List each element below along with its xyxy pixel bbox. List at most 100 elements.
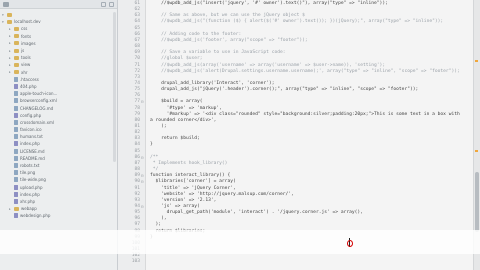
- code-line[interactable]: //$wpdb_add_js('alert(Drupal.settings.us…: [150, 69, 460, 75]
- collapsed-arrow-icon[interactable]: ▸: [9, 41, 12, 45]
- code-line[interactable]: drupal_add_js("jQuery('.header').corner(…: [150, 87, 418, 93]
- collapsed-arrow-icon[interactable]: ▸: [9, 27, 12, 31]
- tree-item-label: xhr.php: [20, 198, 36, 204]
- file-icon: [14, 105, 18, 111]
- tree-item[interactable]: apple-touch-icon...: [0, 90, 117, 97]
- tree-item[interactable]: .htaccess: [0, 76, 117, 83]
- code-line[interactable]: );: [150, 124, 167, 130]
- scrollbar-thumb[interactable]: [475, 172, 479, 232]
- collapsed-arrow-icon[interactable]: ▸: [9, 34, 12, 38]
- folder-icon: [14, 41, 19, 46]
- tree-item[interactable]: ▸ xhr: [0, 69, 117, 76]
- tree-item[interactable]: LICENSE.md: [0, 148, 117, 155]
- tree-item-label: images: [21, 40, 36, 46]
- tree-item-label: humans.txt: [20, 134, 43, 140]
- fold-toggle-icon[interactable]: ⊟: [141, 204, 143, 210]
- file-icon: [14, 141, 18, 147]
- code-line[interactable]: //$wpdb_add_js("(function ($) { alert($(…: [150, 19, 443, 25]
- tree-item[interactable]: crossdomain.xml: [0, 119, 117, 126]
- code-line[interactable]: }: [150, 142, 153, 148]
- tree-item-label: browserconfig.xml: [20, 98, 57, 104]
- tree-item-label: robots.txt: [20, 163, 40, 169]
- tree-item-label: fonts: [21, 33, 32, 39]
- tree-item[interactable]: tile-wide.png: [0, 176, 117, 183]
- tree-item-label: favicon.ico: [20, 127, 42, 133]
- tree-item-label: js: [21, 48, 25, 54]
- tree-item[interactable]: ▸ css: [0, 25, 117, 32]
- tree-item-label: .htaccess: [20, 76, 39, 82]
- file-icon: [14, 119, 18, 125]
- tree-item[interactable]: README.md: [0, 155, 117, 162]
- code-line[interactable]: //$wpdb_add_js("insert('jquery', '#' own…: [150, 1, 388, 7]
- expanded-arrow-icon[interactable]: ▾: [2, 13, 5, 17]
- code-line[interactable]: //$wpdb_add_js('footer', array("scope" =…: [150, 38, 308, 44]
- tree-item[interactable]: ▸ webapp: [0, 205, 117, 212]
- tree-item[interactable]: robots.txt: [0, 162, 117, 169]
- file-icon: [14, 76, 18, 82]
- collapsed-arrow-icon[interactable]: ▸: [9, 63, 12, 67]
- folder-icon: [14, 62, 19, 67]
- tree-item[interactable]: humans.txt: [0, 133, 117, 140]
- file-icon: [14, 177, 18, 183]
- file-icon: [14, 170, 18, 176]
- tree-item-label: tile-wide.png: [20, 177, 46, 183]
- tree-item[interactable]: ▾ localhost.dev: [0, 18, 117, 25]
- collapse-button[interactable]: [101, 1, 106, 7]
- fold-toggle-icon[interactable]: ⊟: [141, 179, 143, 185]
- code-line[interactable]: return $build;: [150, 136, 200, 142]
- file-icon: [14, 148, 18, 154]
- file-tree-scrollbar[interactable]: [113, 12, 116, 162]
- tree-item-label: view: [21, 62, 31, 68]
- tree-item[interactable]: favicon.ico: [0, 126, 117, 133]
- collapsed-arrow-icon[interactable]: ▸: [9, 56, 12, 60]
- tree-item[interactable]: ▸ fonts: [0, 33, 117, 40]
- tree-item[interactable]: upload.php: [0, 184, 117, 191]
- tree-item[interactable]: ▸ view: [0, 61, 117, 68]
- tree-item[interactable]: config.php: [0, 112, 117, 119]
- code-line[interactable]: * Implements hook_library(): [150, 161, 228, 167]
- expanded-arrow-icon[interactable]: ▾: [2, 20, 5, 24]
- tree-item-label: config.php: [20, 112, 42, 118]
- mouse-cursor-highlight: [347, 240, 353, 247]
- tree-item[interactable]: CHANGELOG.md: [0, 104, 117, 111]
- tree-item[interactable]: tile.png: [0, 169, 117, 176]
- tree-item-label: webdesign.php: [20, 213, 51, 219]
- tree-item[interactable]: webdesign.php: [0, 212, 117, 219]
- tree-item-label: index.php: [20, 141, 40, 147]
- folder-icon: [14, 70, 19, 75]
- scroll-marker: [475, 60, 478, 62]
- file-icon: [14, 213, 18, 219]
- collapsed-arrow-icon[interactable]: ▸: [9, 70, 12, 74]
- tree-item-label: upload.php: [20, 184, 43, 190]
- tree-item-label: index.php: [20, 191, 40, 197]
- collapsed-arrow-icon[interactable]: ▸: [9, 49, 12, 53]
- code-line[interactable]: drupal_get_path('module', 'interact') . …: [150, 210, 363, 216]
- tree-item[interactable]: ▸ js: [0, 47, 117, 54]
- file-icon: [14, 155, 18, 161]
- file-icon: [14, 134, 18, 140]
- tree-item[interactable]: 404.php: [0, 83, 117, 90]
- tree-item[interactable]: index.php: [0, 191, 117, 198]
- folder-icon: [14, 206, 19, 211]
- highlighted-line-band: [0, 230, 480, 254]
- tree-item[interactable]: index.php: [0, 140, 117, 147]
- fold-toggle-icon[interactable]: ⊟: [141, 99, 143, 105]
- collapsed-arrow-icon[interactable]: ▸: [9, 207, 12, 211]
- tree-item[interactable]: xhr.php: [0, 198, 117, 205]
- tree-item[interactable]: ▸ tools: [0, 54, 117, 61]
- tree-item[interactable]: browserconfig.xml: [0, 97, 117, 104]
- tree-item-label: crossdomain.xml: [20, 119, 54, 125]
- file-icon: [14, 127, 18, 133]
- tree-item-label: README.md: [20, 155, 45, 161]
- file-icon: [14, 198, 18, 204]
- fold-toggle-icon[interactable]: ⊟: [141, 155, 143, 161]
- tree-item[interactable]: ▸ images: [0, 40, 117, 47]
- scroll-marker: [475, 150, 478, 152]
- file-tree-header: [0, 0, 117, 9]
- project-icon: [3, 1, 9, 7]
- file-icon: [14, 83, 18, 89]
- tree-item-label: webapp: [21, 206, 37, 212]
- tree-item[interactable]: ▾: [0, 11, 117, 18]
- file-icon: [14, 191, 18, 197]
- close-panel-button[interactable]: [109, 1, 114, 7]
